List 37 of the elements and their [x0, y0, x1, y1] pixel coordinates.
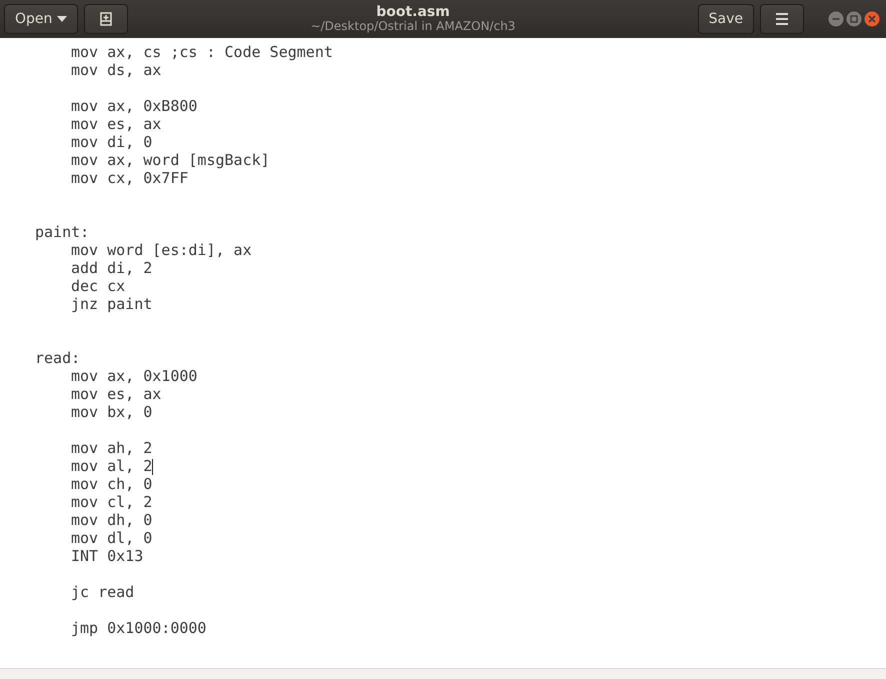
maximize-button[interactable]: [846, 11, 862, 27]
menu-icon: [775, 13, 789, 25]
menu-button[interactable]: [760, 4, 804, 34]
code-line: mov cx, 0x7FF: [71, 169, 188, 187]
code-line: jc read: [71, 583, 134, 601]
new-document-button[interactable]: [84, 4, 128, 34]
code-line: mov es, ax: [71, 385, 162, 403]
code-line: mov ax, 0x1000: [71, 367, 198, 385]
code-line: jnz paint: [71, 295, 152, 313]
code-line: INT 0x13: [71, 547, 144, 565]
new-document-icon: [98, 11, 114, 27]
code-line: mov cl, 2: [71, 493, 152, 511]
code-line: dec cx: [71, 277, 126, 295]
code-line: mov ds, ax: [71, 61, 162, 79]
code-line: mov al, 2: [71, 457, 152, 475]
code-line: paint:: [35, 223, 90, 241]
code-line: mov dh, 0: [71, 511, 152, 529]
code-line: mov es, ax: [71, 115, 162, 133]
code-line: mov di, 0: [71, 133, 152, 151]
code-line: mov dl, 0: [71, 529, 152, 547]
file-path: ~/Desktop/Ostrial in AMAZON/ch3: [310, 20, 516, 34]
code-line: read:: [35, 349, 80, 367]
open-button[interactable]: Open: [4, 4, 78, 34]
code-line: mov ax, 0xB800: [71, 97, 198, 115]
code-line: mov ch, 0: [71, 475, 152, 493]
code-line: mov ah, 2: [71, 439, 152, 457]
window-title: boot.asm: [376, 4, 450, 20]
caret-icon: [57, 16, 68, 22]
code-line: mov word [es:di], ax: [71, 241, 252, 259]
code-line: add di, 2: [71, 259, 152, 277]
code-line: mov ax, cs ;cs : Code Segment: [71, 43, 333, 61]
code-line: jmp 0x1000:0000: [71, 619, 206, 637]
close-button[interactable]: [864, 11, 880, 27]
minimize-button[interactable]: [828, 11, 844, 27]
code-line: mov ax, word [msgBack]: [71, 151, 270, 169]
code-line: mov bx, 0: [71, 403, 152, 421]
save-button[interactable]: Save: [698, 4, 754, 34]
